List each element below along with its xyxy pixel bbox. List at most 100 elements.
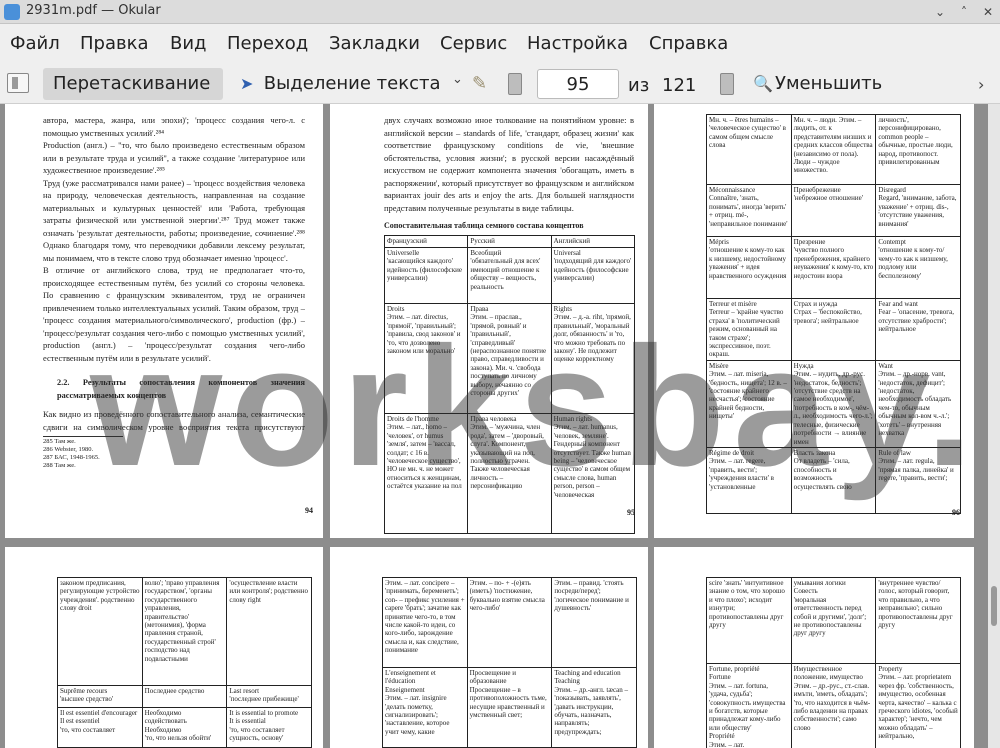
zoom-out-icon: 🔍 bbox=[753, 74, 773, 93]
page-94-footnotes: 285 Там же. 286 Webster, 1980. 287 БАС, … bbox=[43, 438, 100, 469]
menu-view[interactable]: Вид bbox=[170, 33, 207, 54]
menu-bar: Файл Правка Вид Переход Закладки Сервис … bbox=[0, 24, 1000, 64]
menu-settings[interactable]: Настройка bbox=[527, 33, 628, 54]
table-cell: Droits de l'homme Этим. – лат., homo – '… bbox=[383, 413, 469, 534]
document-page-99: scire 'знать' 'интуитивное знание о том,… bbox=[654, 547, 974, 748]
zoom-out-button[interactable]: 🔍 Уменьшить bbox=[751, 68, 921, 100]
sidebar-toggle-icon[interactable] bbox=[7, 73, 29, 93]
table-cell: личность', персонифицировано, common peo… bbox=[875, 114, 961, 185]
page-97-concept-table: законом предписания, регулирующие устрой… bbox=[57, 577, 312, 748]
document-page-96: Мн. ч. – êtres humains – 'человеческое с… bbox=[654, 104, 974, 538]
page-99-concept-table: scire 'знать' 'интуитивное знание о том,… bbox=[706, 577, 961, 748]
next-page-button[interactable] bbox=[720, 73, 734, 95]
document-page-97: законом предписания, регулирующие устрой… bbox=[5, 547, 323, 748]
toolbar: Перетаскивание ➤ Выделение текста ⌄ ✎ из… bbox=[0, 64, 1000, 104]
page-94-body-2: Как видно из проведённого сопоставительн… bbox=[43, 409, 305, 432]
window-title: 2931m.pdf — Okular bbox=[26, 3, 161, 18]
menu-bookmarks[interactable]: Закладки bbox=[329, 33, 420, 54]
table-cell: Fortune, propriété Fortune Этим. – лат. … bbox=[706, 663, 792, 748]
okular-app-icon bbox=[4, 4, 20, 20]
table-cell: 'внутреннее чувство/голос, который говор… bbox=[875, 577, 961, 664]
table-cell: Мн. ч. – люди. Этим. – людить, от. к пре… bbox=[790, 114, 877, 185]
table-cell: Нужда Этим. – нудить, др.-рус. 'недостат… bbox=[790, 359, 877, 448]
table-cell: Имущественное положение, имущество Этим.… bbox=[790, 663, 877, 748]
page-number-95: 95 bbox=[627, 508, 635, 517]
table-cell: Русский bbox=[467, 235, 552, 248]
document-page-94: автора, мастера, жанра, или эпохи)'; 'пр… bbox=[5, 104, 323, 538]
table-cell: Universelle 'касающийся каждого' идейнос… bbox=[383, 247, 469, 304]
scrollbar-thumb[interactable] bbox=[991, 586, 997, 626]
menu-tools[interactable]: Сервис bbox=[440, 33, 507, 54]
text-select-label: Выделение текста bbox=[263, 73, 441, 94]
menu-go[interactable]: Переход bbox=[227, 33, 308, 54]
table-cell: волю'; 'право управления государством', … bbox=[141, 577, 228, 686]
vertical-scrollbar[interactable] bbox=[988, 104, 1000, 748]
table-cell: Régime de droit Этим. – лат. regere, 'пр… bbox=[706, 446, 792, 514]
table-cell: Teaching and education Teaching Этим. – … bbox=[551, 667, 637, 748]
annotation-pen-icon[interactable]: ✎ bbox=[472, 73, 492, 95]
cursor-icon: ➤ bbox=[240, 74, 254, 93]
table-cell: Французский bbox=[383, 235, 469, 248]
page-of-label: из bbox=[628, 75, 650, 96]
page-96-concept-table: Мн. ч. – êtres humains – 'человеческое с… bbox=[706, 114, 961, 514]
table-cell: Fear and want Fear – 'опасение, тревога,… bbox=[875, 298, 961, 361]
menu-file[interactable]: Файл bbox=[10, 33, 60, 54]
table-cell: Human rights Этим. – лат. humanus, 'чело… bbox=[550, 413, 636, 534]
table-cell: Мн. ч. – êtres humains – 'человеческое с… bbox=[706, 114, 792, 185]
page-number-input[interactable] bbox=[537, 69, 619, 99]
page-94-body: автора, мастера, жанра, или эпохи)'; 'пр… bbox=[43, 115, 305, 363]
toolbar-overflow-icon[interactable]: › bbox=[978, 75, 984, 94]
table-cell: Этим. – лат. concipere – 'принимать, бер… bbox=[382, 577, 468, 668]
previous-page-button[interactable] bbox=[508, 73, 522, 95]
table-cell: scire 'знать' 'интуитивное знание о том,… bbox=[706, 577, 792, 664]
table-cell: Terreur et misère Terreur – 'крайне чувс… bbox=[706, 298, 792, 361]
table-cell: Suprême recours 'высшее средство' bbox=[57, 685, 143, 708]
menu-edit[interactable]: Правка bbox=[80, 33, 149, 54]
table-cell: Всеобщий 'обязательный для всех' имеющий… bbox=[467, 247, 552, 304]
table-cell: Il est essentiel d'encourager Il est ess… bbox=[57, 707, 143, 748]
table-cell: Rights Этим. – д.-а. riht, 'прямой, прав… bbox=[550, 303, 636, 414]
table-cell: Mépris 'отношение к кому-то как к низшем… bbox=[706, 236, 792, 299]
table-cell: Этим. – правид. 'стоять посреди/перед'; … bbox=[551, 577, 637, 668]
zoom-out-label: Уменьшить bbox=[775, 73, 883, 94]
table-cell: умывания логики Совесть 'моральная ответ… bbox=[790, 577, 877, 664]
minimize-icon[interactable]: ⌄ bbox=[932, 4, 948, 20]
table-cell: Последнее средство bbox=[141, 685, 228, 708]
table-cell: Права Этим. – праслав., 'прямой, ровный'… bbox=[467, 303, 552, 414]
chevron-down-icon[interactable]: ⌄ bbox=[452, 72, 463, 87]
table-cell: Просвещение и образование Просвещение – … bbox=[466, 667, 553, 748]
page-95-body: двух случаях возможно иное толкование на… bbox=[384, 115, 634, 213]
table-cell: Пренебрежение 'небрежное отношение' bbox=[790, 184, 877, 237]
table-cell: Необходимо содействовать Необходимо 'то,… bbox=[141, 707, 228, 748]
page-98-concept-table: Этим. – лат. concipere – 'принимать, бер… bbox=[382, 577, 637, 748]
table-cell: Этим. – по- + -(е)ять (иметь) 'постижени… bbox=[466, 577, 553, 668]
table-cell: Property Этим. – лат. proprietatem через… bbox=[875, 663, 961, 748]
table-cell: Méconnaissance Connaître, 'знать, понима… bbox=[706, 184, 792, 237]
document-page-98: Этим. – лат. concipere – 'принимать, бер… bbox=[330, 547, 648, 748]
menu-help[interactable]: Справка bbox=[649, 33, 728, 54]
table-cell: Contempt 'отношение к кому-то/чему-то ка… bbox=[875, 236, 961, 299]
table-cell: Disregard Regard, 'внимание, забота, ува… bbox=[875, 184, 961, 237]
table-cell: Власть закона От владеть – 'сила, способ… bbox=[790, 446, 877, 514]
table-cell: законом предписания, регулирующие устрой… bbox=[57, 577, 143, 686]
maximize-icon[interactable]: ˄ bbox=[956, 4, 972, 20]
table-cell: Universal 'подходящий для каждого' идейн… bbox=[550, 247, 636, 304]
total-pages-label: 121 bbox=[662, 75, 697, 96]
text-select-mode-button[interactable]: ➤ Выделение текста bbox=[236, 68, 468, 100]
table-cell: Last resort 'последнее прибежище' bbox=[226, 685, 312, 708]
title-bar: 2931m.pdf — Okular ⌄ ˄ ✕ bbox=[0, 0, 1000, 24]
browse-mode-button[interactable]: Перетаскивание bbox=[43, 68, 223, 100]
page-94-heading: 2.2. Результаты сопоставления компоненто… bbox=[57, 378, 305, 400]
table-cell: L'enseignement et l'éducation Enseigneme… bbox=[382, 667, 468, 748]
table-cell: Страх и нужда Страх – 'беспокойство, тре… bbox=[790, 298, 877, 361]
table-cell: Droits Этим. – лат. directus, 'прямой', … bbox=[383, 303, 469, 414]
table-cell: Презрение 'чувство полного пренебрежения… bbox=[790, 236, 877, 299]
close-icon[interactable]: ✕ bbox=[980, 4, 996, 20]
table-cell: 'осуществление власти или контроля'; род… bbox=[226, 577, 312, 686]
document-viewport[interactable]: автора, мастера, жанра, или эпохи)'; 'пр… bbox=[0, 104, 988, 748]
page-number-94: 94 bbox=[305, 506, 313, 515]
table-cell: Английский bbox=[550, 235, 636, 248]
document-page-95: двух случаях возможно иное толкование на… bbox=[330, 104, 648, 538]
table-cell: It is essential to promote It is essenti… bbox=[226, 707, 312, 748]
footnote-divider bbox=[43, 436, 123, 437]
